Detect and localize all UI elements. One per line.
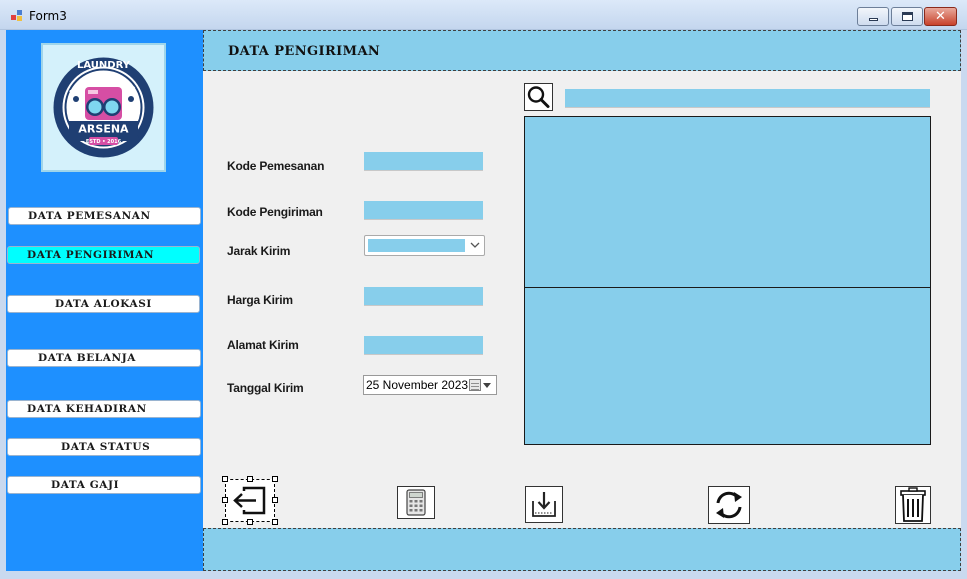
- laundry-logo: LAUNDRY LAUNDRY ARSENA ESTD • 2016: [53, 57, 154, 158]
- refresh-icon: [716, 491, 742, 519]
- page-header: DATA PENGIRIMAN: [203, 30, 961, 71]
- data-grid[interactable]: [524, 116, 931, 445]
- svg-text:ESTD • 2016: ESTD • 2016: [86, 139, 122, 145]
- svg-text:ARSENA: ARSENA: [78, 123, 129, 136]
- form-client-area: LAUNDRY LAUNDRY ARSENA ESTD • 2016 DATA …: [6, 30, 961, 571]
- logo-box: LAUNDRY LAUNDRY ARSENA ESTD • 2016: [41, 43, 166, 172]
- sidebar-item-data-kehadiran[interactable]: DATA KEHADIRAN: [7, 400, 201, 418]
- minimize-icon: [869, 18, 878, 21]
- tanggal-kirim-value: 25 November 2023: [366, 378, 469, 392]
- kode-pemesanan-label: Kode Pemesanan: [227, 159, 325, 173]
- harga-kirim-input[interactable]: [364, 287, 483, 306]
- selection-handle: [222, 476, 228, 482]
- status-footer: [203, 528, 961, 571]
- selection-handle: [247, 476, 253, 482]
- search-input[interactable]: [565, 89, 930, 108]
- close-button[interactable]: ✕: [924, 7, 957, 26]
- app-icon: [11, 10, 23, 21]
- grid-divider: [525, 287, 930, 288]
- jarak-kirim-label: Jarak Kirim: [227, 244, 291, 258]
- selection-handle: [272, 476, 278, 482]
- search-button[interactable]: [524, 83, 553, 111]
- close-icon: ✕: [935, 9, 946, 24]
- tanggal-kirim-label: Tanggal Kirim: [227, 381, 304, 395]
- calendar-icon[interactable]: [469, 379, 481, 391]
- window-bottom-border: [0, 571, 967, 579]
- window-title: Form3: [29, 9, 67, 23]
- alamat-kirim-label: Alamat Kirim: [227, 338, 299, 352]
- kode-pengiriman-input[interactable]: [364, 201, 483, 220]
- maximize-icon: [902, 12, 913, 21]
- kode-pengiriman-label: Kode Pengiriman: [227, 205, 323, 219]
- svg-text:LAUNDRY: LAUNDRY: [77, 60, 131, 71]
- jarak-kirim-selected: [368, 239, 465, 252]
- save-icon: [532, 492, 556, 517]
- sidebar: LAUNDRY LAUNDRY ARSENA ESTD • 2016 DATA …: [6, 30, 203, 571]
- calculator-icon: [406, 489, 426, 516]
- sidebar-item-data-pemesanan[interactable]: DATA PEMESANAN: [8, 207, 201, 225]
- sidebar-item-data-status[interactable]: DATA STATUS: [7, 438, 201, 456]
- minimize-button[interactable]: [857, 7, 889, 26]
- alamat-kirim-input[interactable]: [364, 336, 483, 355]
- chevron-down-icon: [470, 242, 480, 248]
- delete-button[interactable]: [895, 486, 931, 524]
- harga-kirim-label: Harga Kirim: [227, 293, 293, 307]
- save-button[interactable]: [525, 486, 563, 523]
- selection-handle: [247, 519, 253, 525]
- tanggal-kirim-datepicker[interactable]: 25 November 2023: [363, 375, 497, 395]
- selection-handle: [272, 497, 278, 503]
- dropdown-arrow-icon[interactable]: [483, 383, 491, 388]
- search-icon: [527, 86, 550, 108]
- trash-icon: [900, 487, 926, 522]
- page-title: DATA PENGIRIMAN: [228, 44, 381, 59]
- sidebar-item-data-pengiriman[interactable]: DATA PENGIRIMAN: [7, 246, 200, 264]
- exit-icon: [233, 486, 266, 515]
- refresh-button[interactable]: [708, 486, 750, 524]
- sidebar-item-data-belanja[interactable]: DATA BELANJA: [7, 349, 201, 367]
- sidebar-item-data-alokasi[interactable]: DATA ALOKASI: [7, 295, 200, 313]
- jarak-kirim-dropdown[interactable]: [364, 235, 485, 256]
- kode-pemesanan-input[interactable]: [364, 152, 483, 171]
- selection-handle: [222, 497, 228, 503]
- selection-handle: [272, 519, 278, 525]
- maximize-button[interactable]: [891, 7, 923, 26]
- exit-button[interactable]: [225, 479, 275, 522]
- selection-handle: [222, 519, 228, 525]
- title-bar: Form3 ✕: [0, 0, 967, 30]
- sidebar-item-data-gaji[interactable]: DATA GAJI: [7, 476, 201, 494]
- calculate-button[interactable]: [397, 486, 435, 519]
